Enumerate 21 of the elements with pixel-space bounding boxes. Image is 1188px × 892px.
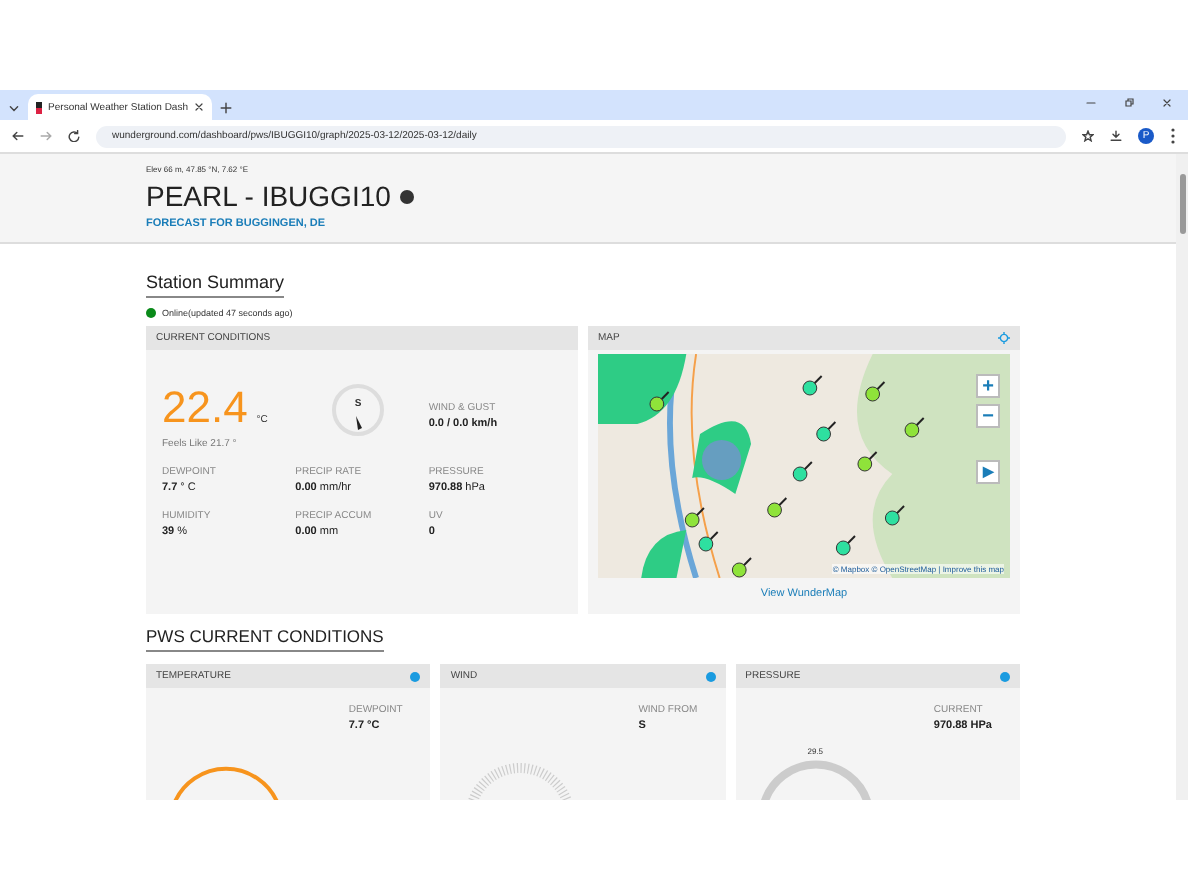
- download-icon[interactable]: [1110, 130, 1122, 142]
- restore-icon[interactable]: [1124, 97, 1134, 107]
- tab-search-icon[interactable]: [8, 101, 20, 113]
- menu-icon[interactable]: [1170, 128, 1176, 144]
- star-icon[interactable]: [1082, 130, 1094, 142]
- compass-icon: [330, 382, 387, 438]
- scrollbar[interactable]: [1176, 154, 1188, 800]
- close-icon[interactable]: [194, 102, 204, 112]
- section-title: Station Summary: [146, 272, 285, 298]
- back-icon[interactable]: [12, 130, 24, 142]
- info-icon[interactable]: [400, 189, 415, 203]
- pressure-gauge-icon: [755, 756, 876, 800]
- new-tab-icon[interactable]: [220, 101, 232, 113]
- close-icon[interactable]: [1162, 97, 1172, 107]
- station-title: PEARL - IBUGGI10: [146, 180, 391, 212]
- reload-icon[interactable]: [68, 130, 80, 142]
- zoom-out-button[interactable]: −: [976, 404, 1000, 428]
- zoom-in-button[interactable]: +: [976, 374, 1000, 398]
- temperature-value: 22.4: [162, 382, 248, 432]
- section-title: PWS CURRENT CONDITIONS: [146, 626, 384, 652]
- site-icon: [36, 101, 43, 113]
